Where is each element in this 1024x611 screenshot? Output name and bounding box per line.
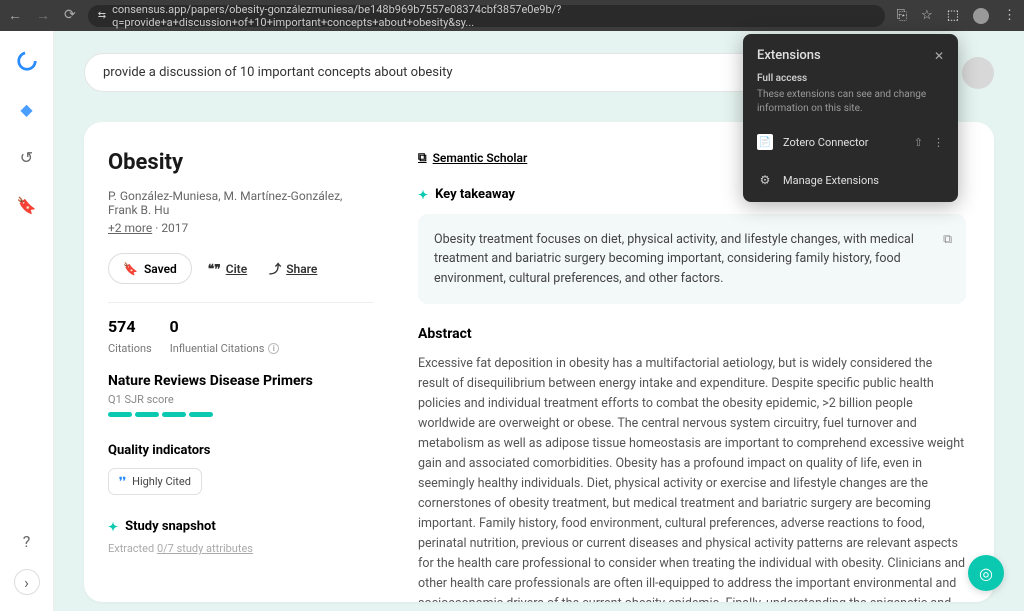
search-input[interactable] — [84, 53, 804, 92]
saved-button[interactable]: 🔖 Saved — [108, 253, 192, 284]
citations-label: Citations — [108, 342, 152, 355]
influential-count: 0 — [170, 317, 179, 336]
help-fab[interactable]: ◎ — [968, 555, 1004, 591]
paper-authors: P. González-Muniesa, M. Martínez-Gonzále… — [108, 189, 374, 217]
extensions-popup: Extensions ✕ Full access These extension… — [743, 34, 958, 202]
paper-title: Obesity — [108, 150, 374, 175]
browser-actions: ⎘ ☆ ⬚ ⋮ — [897, 8, 1016, 24]
url-text: consensus.app/papers/obesity-gonzálezmun… — [112, 3, 875, 29]
extensions-subheading: Full access — [757, 73, 944, 84]
citations-count: 574 — [108, 317, 136, 336]
abstract-text: Excessive fat deposition in obesity has … — [418, 354, 966, 602]
paper-meta-column: Obesity P. González-Muniesa, M. Martínez… — [84, 122, 398, 602]
more-icon[interactable]: ⋮ — [933, 136, 944, 149]
sjr-score-bars — [108, 412, 374, 417]
close-icon[interactable]: ✕ — [934, 49, 944, 63]
logo[interactable] — [15, 49, 39, 73]
lifebuoy-icon: ◎ — [979, 564, 993, 583]
paper-year: 2017 — [161, 221, 188, 235]
pin-icon[interactable]: ⇧ — [914, 136, 923, 149]
back-button[interactable]: ← — [8, 7, 22, 24]
premium-icon[interactable]: ◆ — [15, 97, 39, 121]
snapshot-subtext: Extracted 0/7 study attributes — [108, 542, 374, 555]
nav-arrows: ← → ⟳ — [8, 7, 76, 24]
paper-meta: +2 more · 2017 — [108, 221, 374, 235]
influential-label: Influential Citations i — [170, 342, 280, 355]
zotero-icon: 📄 — [757, 134, 773, 150]
user-avatar[interactable] — [962, 57, 994, 89]
help-icon[interactable]: ? — [15, 529, 39, 553]
more-authors-link[interactable]: +2 more — [108, 221, 152, 235]
history-icon[interactable]: ↺ — [15, 145, 39, 169]
cite-button[interactable]: ❝❞ Cite — [202, 253, 253, 284]
quote-icon: ❜❜ — [119, 475, 126, 488]
sjr-label: Q1 SJR score — [108, 393, 374, 406]
gear-icon: ⚙ — [757, 172, 773, 188]
bookmark-star-icon[interactable]: ☆ — [921, 8, 933, 23]
citation-stats: 574 0 — [108, 317, 374, 336]
url-bar[interactable]: ⇆ consensus.app/papers/obesity-gonzálezm… — [88, 5, 885, 27]
bookmark-filled-icon: 🔖 — [123, 262, 138, 276]
bookmark-icon[interactable]: 🔖 — [15, 193, 39, 217]
extensions-title: Extensions — [757, 48, 821, 63]
forward-button[interactable]: → — [36, 7, 50, 24]
extension-row[interactable]: 📄 Zotero Connector ⇧ ⋮ — [757, 128, 944, 156]
expand-icon[interactable]: › — [14, 569, 40, 595]
extensions-icon[interactable]: ⬚ — [947, 8, 959, 23]
manage-extensions[interactable]: ⚙ Manage Extensions — [757, 164, 944, 188]
extensions-description: These extensions can see and change info… — [757, 88, 944, 116]
highly-cited-badge: ❜❜ Highly Cited — [108, 468, 202, 495]
manage-label: Manage Extensions — [783, 174, 879, 187]
study-snapshot-title: ✦ Study snapshot — [108, 519, 374, 534]
site-info-icon: ⇆ — [98, 10, 106, 21]
paper-actions: 🔖 Saved ❝❞ Cite ⤴ Share — [108, 253, 374, 284]
key-takeaway-box: Obesity treatment focuses on diet, physi… — [418, 214, 966, 304]
takeaway-text: Obesity treatment focuses on diet, physi… — [434, 232, 914, 286]
info-icon[interactable]: i — [268, 343, 279, 354]
extension-label: Zotero Connector — [783, 136, 904, 149]
browser-toolbar: ← → ⟳ ⇆ consensus.app/papers/obesity-gon… — [0, 0, 1024, 31]
share-button[interactable]: ⤴ Share — [263, 253, 323, 284]
external-link-icon: ⧉ — [418, 150, 427, 165]
profile-avatar[interactable] — [973, 8, 989, 24]
menu-dots-icon[interactable]: ⋮ — [1003, 8, 1016, 23]
divider — [108, 302, 374, 303]
cite-icon: ❝❞ — [208, 262, 221, 276]
copy-icon[interactable]: ⧉ — [943, 230, 952, 249]
quality-indicators-title: Quality indicators — [108, 443, 374, 458]
snapshot-link[interactable]: 0/7 study attributes — [157, 542, 253, 555]
abstract-title: Abstract — [418, 326, 966, 342]
sparkle-icon: ✦ — [108, 520, 118, 534]
install-icon[interactable]: ⎘ — [897, 8, 907, 23]
sidebar: ◆ ↺ 🔖 ? › — [0, 31, 54, 611]
reload-button[interactable]: ⟳ — [64, 7, 76, 24]
share-icon: ⤴ — [269, 260, 281, 277]
journal-name: Nature Reviews Disease Primers — [108, 373, 374, 389]
sparkle-icon: ✦ — [418, 188, 428, 202]
